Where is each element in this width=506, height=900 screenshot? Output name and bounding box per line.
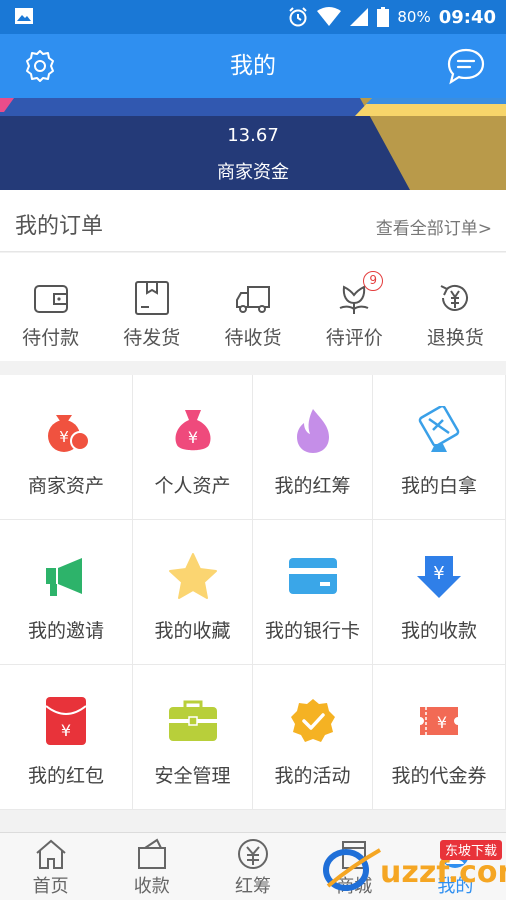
grid-item-label: 我的银行卡 [264, 620, 360, 642]
tab-label: 首页 [32, 876, 69, 897]
star-icon [168, 553, 217, 599]
order-status-pending-receipt[interactable]: 待收货 [202, 253, 303, 361]
app-root: 80% 09:40 我的 13.67 商家资金 我的订单 查看全部订单> 待付款… [0, 0, 506, 900]
tab-home[interactable]: 首页 [0, 833, 101, 900]
order-status-label: 待收货 [224, 327, 282, 349]
svg-text:¥: ¥ [59, 428, 69, 446]
grid-item-label: 我的活动 [274, 765, 351, 787]
order-status-pending-review[interactable]: 9 待评价 [304, 253, 405, 361]
grid-item-security[interactable]: 安全管理 [133, 665, 252, 809]
watermark-tag: 东坡下载 [445, 844, 497, 859]
grid-item-receipts[interactable]: ¥ 我的收款 [373, 520, 505, 664]
grid-item-label: 我的红筹 [274, 475, 351, 497]
grid-item-red-envelopes[interactable]: ¥ 我的红包 [0, 665, 132, 809]
review-icon-wrap: 9 [335, 271, 384, 317]
alarm-icon [289, 7, 308, 27]
review-count-badge: 9 [363, 271, 384, 291]
bank-card-icon [288, 558, 337, 594]
orders-title: 我的订单 [15, 214, 104, 239]
app-header: 我的 [0, 34, 506, 98]
wifi-icon [317, 7, 342, 26]
grid-item-label: 我的代金券 [391, 765, 487, 787]
image-notification-icon [15, 8, 33, 24]
grid-item-invitations[interactable]: 我的邀请 [0, 520, 132, 664]
home-icon [35, 839, 66, 869]
merchant-funds-banner[interactable]: 13.67 商家资金 [0, 98, 506, 190]
grid-item-favorites[interactable]: 我的收藏 [133, 520, 252, 664]
megaphone-icon [46, 558, 82, 596]
grid-item-freebies[interactable]: 我的白拿 [373, 375, 505, 519]
receive-icon [137, 838, 166, 869]
money-bag-icon: ¥ [48, 415, 90, 452]
svg-text:¥: ¥ [187, 428, 197, 447]
order-status-label: 待付款 [22, 327, 80, 349]
order-status-returns[interactable]: 退换货 [405, 253, 506, 361]
svg-text:¥: ¥ [61, 721, 71, 740]
watermark-site: uzzf.com [380, 855, 506, 890]
battery-percent: 80% [397, 8, 431, 26]
site-watermark: uzzf.com 东坡下载 [323, 840, 506, 891]
yuan-return-icon [440, 284, 469, 311]
briefcase-icon [168, 700, 217, 741]
grid-item-personal-assets[interactable]: ¥ 个人资产 [133, 375, 252, 519]
package-icon [134, 281, 169, 315]
svg-text:¥: ¥ [433, 563, 444, 584]
grid-item-vouchers[interactable]: ¥ 我的代金券 [373, 665, 505, 809]
status-bar: 80% 09:40 [0, 0, 506, 34]
voucher-icon: ¥ [420, 707, 458, 735]
order-status-pending-payment[interactable]: 待付款 [0, 253, 101, 361]
order-status-pending-shipment[interactable]: 待发货 [101, 253, 202, 361]
grid-item-merchant-assets[interactable]: ¥ 商家资产 [0, 375, 132, 519]
signal-icon [350, 8, 369, 26]
order-status-row: 待付款 待发货 待收货 9 待评价 退换货 [0, 253, 506, 361]
grid-item-label: 我的邀请 [27, 620, 104, 642]
merchant-funds-value: 13.67 [227, 125, 279, 146]
battery-icon [377, 7, 390, 27]
merchant-funds-label: 商家资金 [217, 162, 289, 183]
check-badge-icon [290, 699, 335, 742]
grid-item-label: 我的收藏 [154, 620, 231, 642]
grid-item-label: 我的红包 [27, 765, 104, 787]
orders-section-header: 我的订单 查看全部订单> [0, 190, 506, 252]
truck-icon [236, 286, 270, 313]
yuan-circle-icon [238, 839, 268, 869]
grid-item-red-chips[interactable]: 我的红筹 [253, 375, 372, 519]
tab-receive[interactable]: 收款 [101, 833, 202, 900]
grid-item-label: 个人资产 [154, 475, 231, 497]
view-all-orders-link[interactable]: 查看全部订单> [376, 214, 492, 239]
grid-item-bank-cards[interactable]: 我的银行卡 [253, 520, 372, 664]
grid-item-label: 我的白拿 [400, 475, 477, 497]
tab-label: 收款 [133, 876, 170, 897]
messages-button[interactable] [446, 46, 486, 86]
svg-text:¥: ¥ [437, 713, 447, 732]
grid-item-label: 商家资产 [27, 475, 104, 497]
page-title: 我的 [230, 53, 276, 79]
order-status-label: 待发货 [123, 327, 181, 349]
grid-item-label: 安全管理 [154, 765, 231, 787]
order-status-label: 待评价 [325, 327, 383, 349]
flame-icon [296, 409, 329, 453]
feature-grid: ¥ 商家资产 ¥ 个人资产 我的红筹 我的白拿 我的邀请 我的收藏 我的银行卡 … [0, 375, 506, 810]
chat-bubble-icon [447, 48, 485, 85]
tab-label: 红筹 [235, 876, 271, 897]
red-envelope-icon: ¥ [45, 697, 87, 745]
yuan-bag-icon: ¥ [175, 410, 210, 451]
wallet-icon [33, 285, 68, 313]
order-status-label: 退换货 [426, 327, 484, 349]
clock: 09:40 [438, 6, 496, 28]
ticket-icon [418, 406, 460, 452]
download-yuan-icon: ¥ [417, 556, 461, 598]
grid-item-activities[interactable]: 我的活动 [253, 665, 372, 809]
grid-item-label: 我的收款 [400, 620, 477, 642]
tab-red-chips[interactable]: 红筹 [202, 833, 303, 900]
